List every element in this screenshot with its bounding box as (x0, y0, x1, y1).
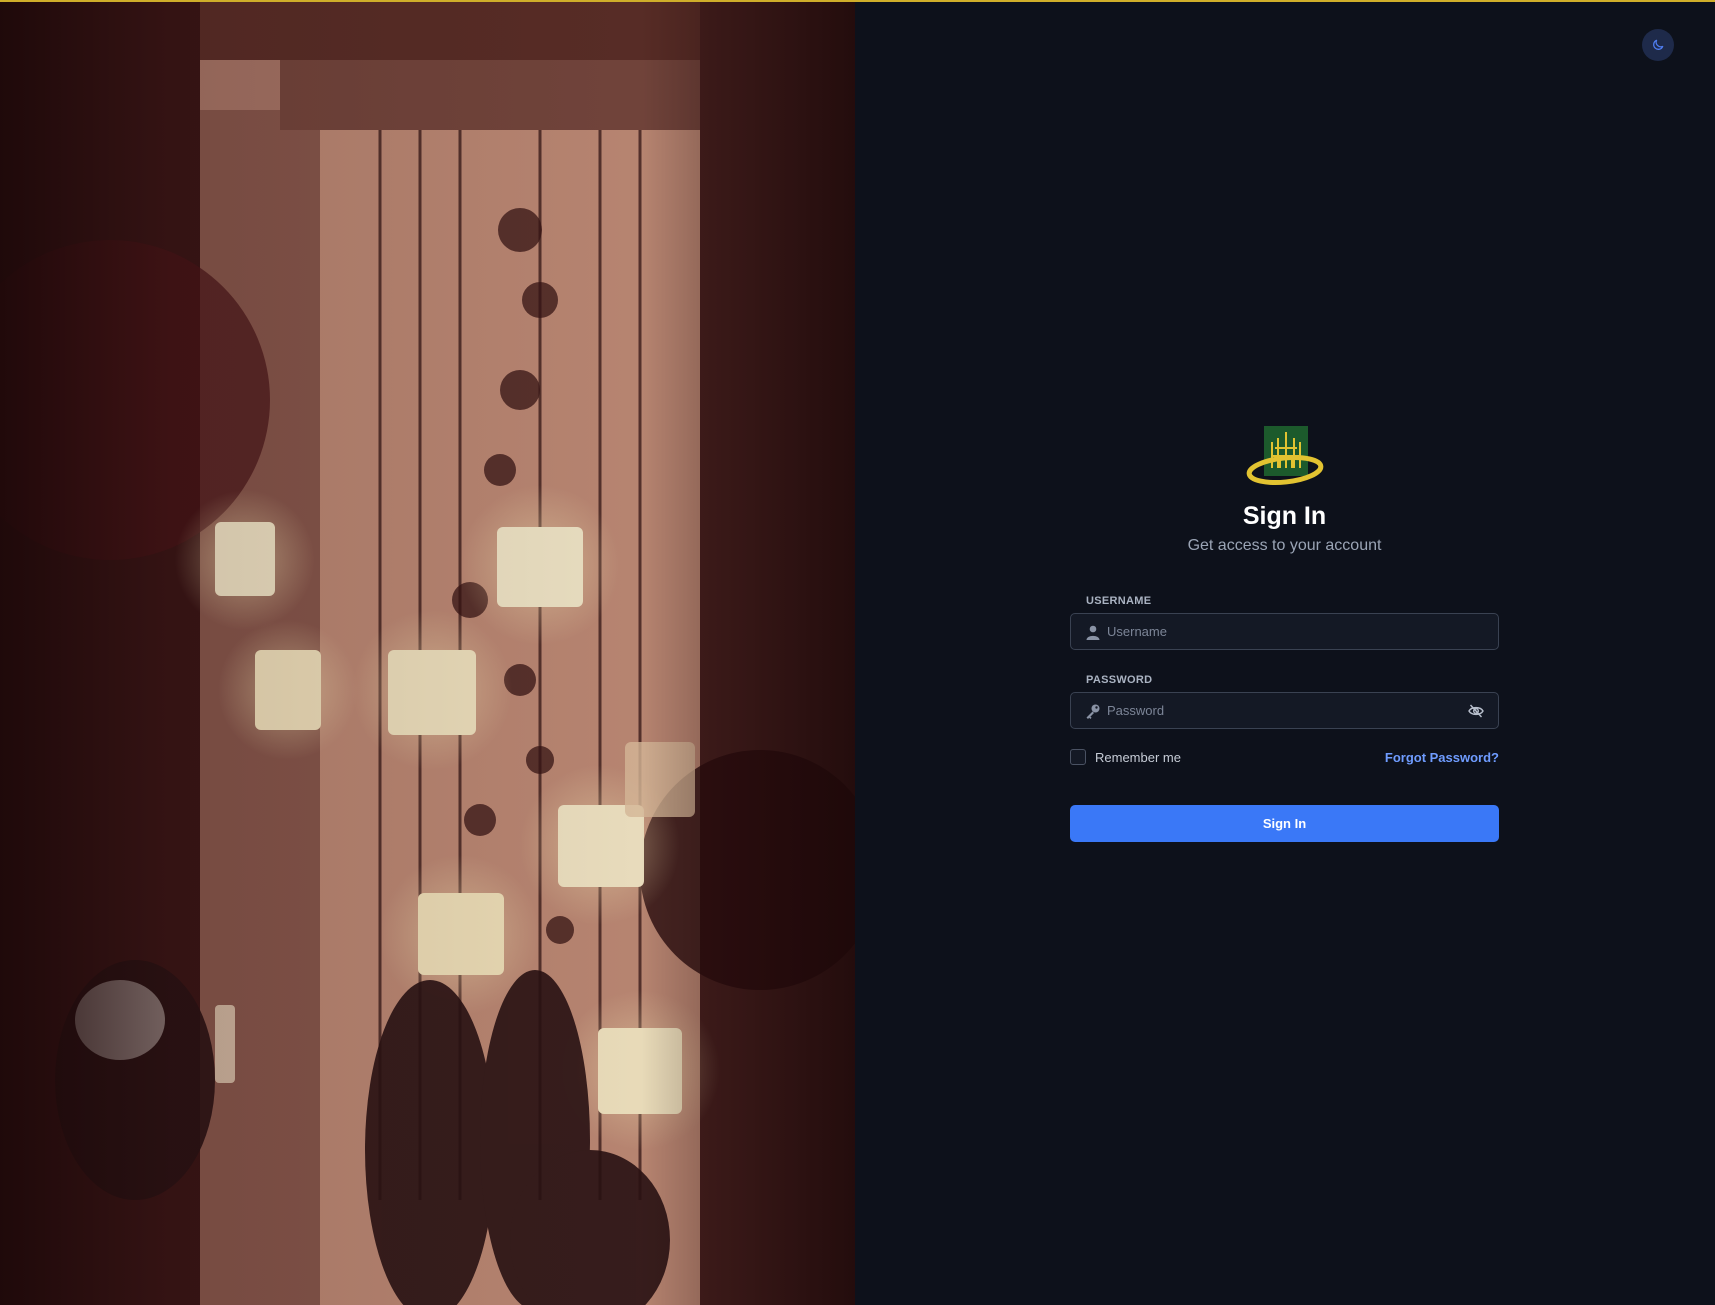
sign-in-button[interactable]: Sign In (1070, 805, 1499, 842)
forgot-password-link[interactable]: Forgot Password? (1385, 750, 1499, 765)
top-accent-bar (0, 0, 1715, 2)
page-subtitle: Get access to your account (1187, 537, 1382, 554)
form-options-row: Remember me Forgot Password? (1070, 749, 1499, 765)
remember-me-label: Remember me (1095, 749, 1181, 765)
password-label: PASSWORD (1086, 674, 1153, 686)
user-icon (1086, 625, 1100, 640)
moon-icon (1653, 39, 1664, 50)
sign-in-form: Sign In Get access to your account USERN… (1070, 420, 1499, 842)
username-input[interactable] (1107, 614, 1447, 649)
password-field-wrapper (1070, 692, 1499, 729)
remember-me[interactable]: Remember me (1070, 749, 1181, 765)
castle-emblem-logo (1246, 426, 1323, 486)
background-photo (0, 0, 855, 1305)
username-field-wrapper (1070, 613, 1499, 650)
key-icon (1086, 704, 1100, 719)
username-label: USERNAME (1086, 595, 1152, 607)
password-input[interactable] (1107, 693, 1447, 728)
theme-toggle-button[interactable] (1642, 29, 1674, 61)
eye-off-icon[interactable] (1468, 703, 1484, 719)
page-title: Sign In (1242, 502, 1327, 530)
remember-me-checkbox[interactable] (1070, 749, 1086, 765)
